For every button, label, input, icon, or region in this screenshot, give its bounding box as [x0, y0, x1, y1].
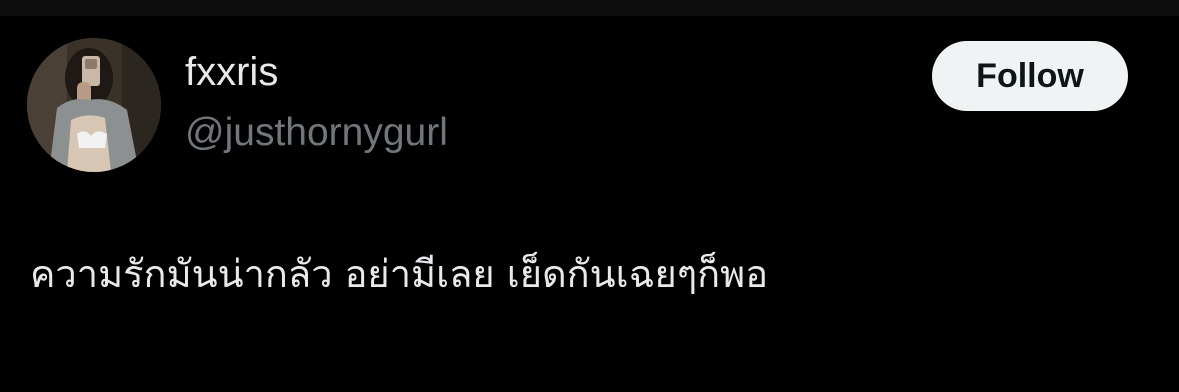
avatar[interactable] [27, 38, 161, 172]
top-divider [0, 0, 1179, 16]
user-handle[interactable]: @justhornygurl [185, 113, 448, 152]
avatar-photo-icon [27, 38, 161, 172]
tweet-text: ความรักมันน่ากลัว อย่ามีเลย เย็ดกันเฉยๆก… [30, 252, 769, 296]
follow-button[interactable]: Follow [932, 41, 1128, 111]
display-name[interactable]: fxxris [185, 52, 278, 92]
